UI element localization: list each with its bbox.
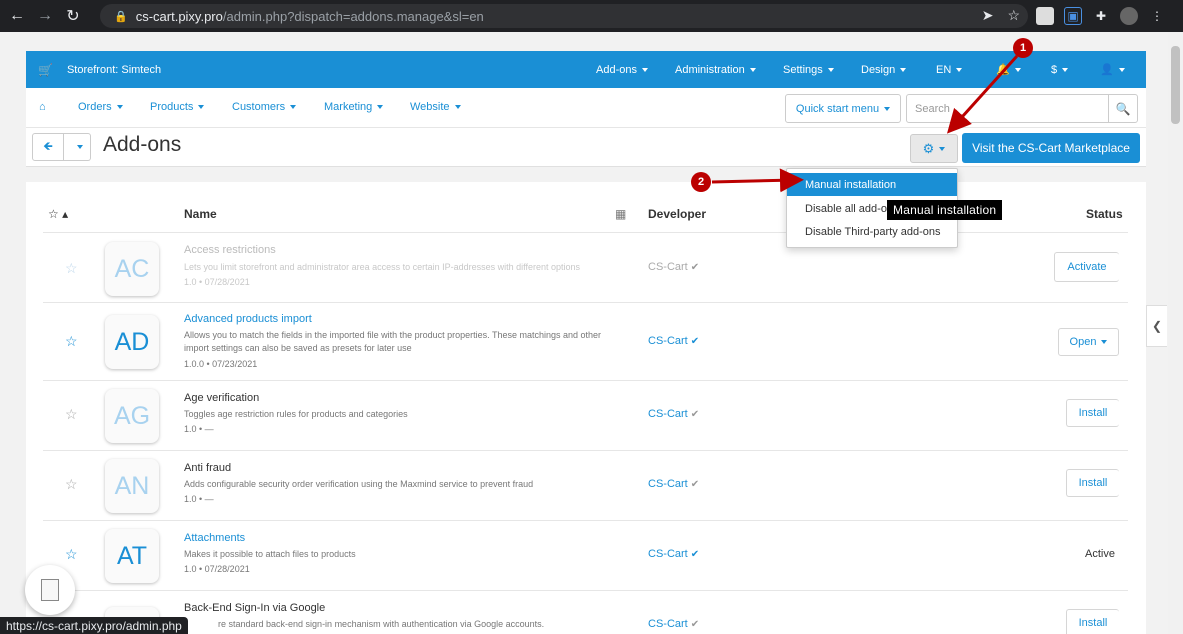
address-bar[interactable]: 🔒 cs-cart.pixy.pro /admin.php?dispatch=a… — [100, 4, 1028, 28]
back-icon[interactable]: ← — [6, 5, 28, 27]
broken-image-icon — [41, 579, 59, 601]
profile-icon[interactable] — [1120, 7, 1138, 25]
sidebar-toggle-chevron-icon[interactable]: ❮ — [1146, 305, 1167, 347]
bookmark-star-icon[interactable]: ☆ — [1007, 7, 1020, 24]
scrollbar-thumb[interactable] — [1171, 46, 1180, 124]
url-host: cs-cart.pixy.pro — [135, 8, 223, 24]
page-viewport: 🛒 Storefront: Simtech Add-ons Administra… — [0, 32, 1183, 634]
browser-toolbar: ← → ↻ 🔒 cs-cart.pixy.pro /admin.php?disp… — [0, 0, 1183, 32]
kebab-menu-icon[interactable]: ⋮ — [1148, 7, 1166, 25]
annotation-arrows — [711, 54, 1019, 193]
url-path: /admin.php?dispatch=addons.manage&sl=en — [222, 8, 484, 24]
annotation-marker-2: 2 — [691, 172, 711, 192]
puzzle-icon[interactable]: ✚ — [1092, 7, 1110, 25]
send-icon[interactable]: ➤ — [982, 7, 994, 24]
annotation-marker-1: 1 — [1013, 38, 1033, 58]
browser-status-url: https://cs-cart.pixy.pro/admin.php — [0, 617, 188, 634]
extension-icon-1[interactable] — [1036, 7, 1054, 25]
page-scrollbar[interactable] — [1168, 32, 1183, 634]
chat-widget[interactable] — [25, 565, 75, 615]
lock-icon: 🔒 — [114, 10, 128, 23]
forward-icon[interactable]: → — [34, 5, 56, 27]
reload-icon[interactable]: ↻ — [62, 5, 84, 27]
arrow-1 — [946, 54, 1019, 134]
extension-icon-2[interactable]: ▣ — [1064, 7, 1082, 25]
arrow-2 — [711, 168, 804, 193]
